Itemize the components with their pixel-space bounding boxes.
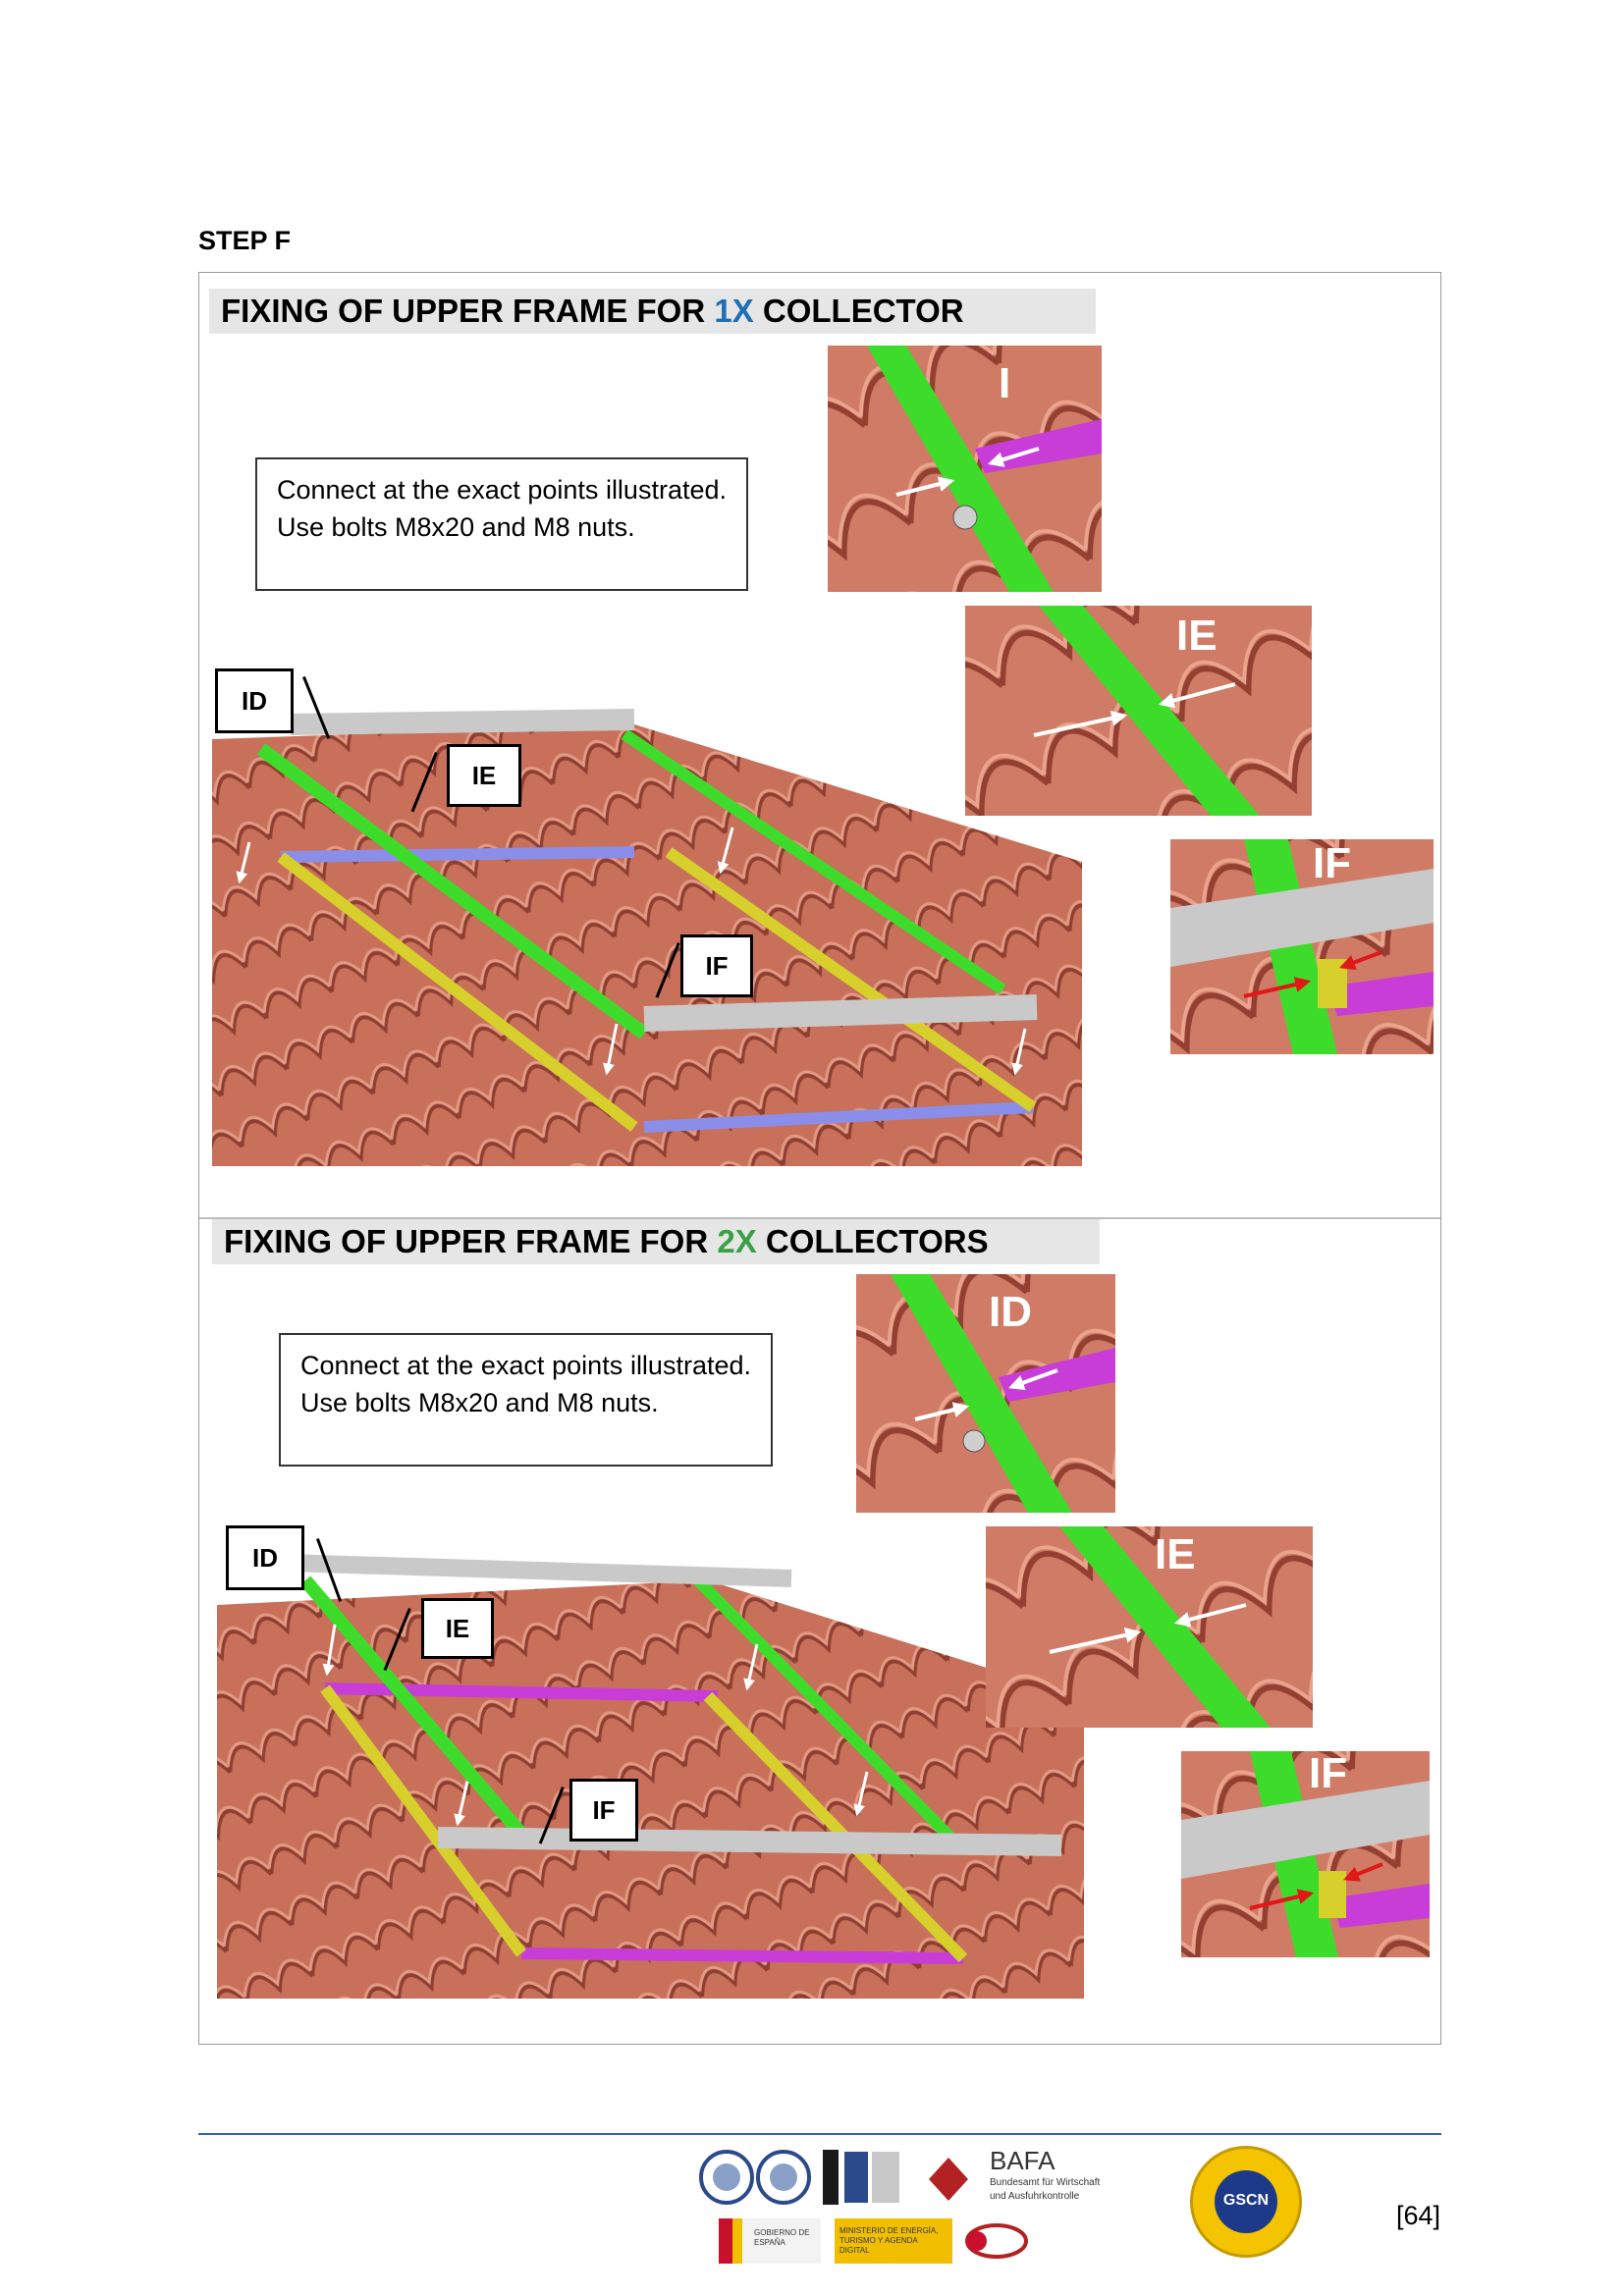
detail-photo-i: I xyxy=(828,346,1102,592)
ministry-text: MINISTERIO DE ENERGÍA, TURISMO Y AGENDA … xyxy=(839,2226,939,2255)
detail-photo-ie-2x: IE xyxy=(986,1526,1313,1728)
detail-photo-if-2x: IF xyxy=(1181,1751,1430,1957)
footer-rule xyxy=(198,2133,1441,2135)
section-2-title: FIXING OF UPPER FRAME FOR 2X COLLECTORS xyxy=(212,1219,1100,1264)
gscn-seal-label: GSCN xyxy=(1222,2192,1270,2209)
callout-if-2x: IF xyxy=(569,1779,638,1842)
detail-photo-ie-2x-label: IE xyxy=(1155,1530,1196,1578)
detail-photo-ie-1x-label: IE xyxy=(1176,612,1218,660)
callout-id-2x: ID xyxy=(226,1525,304,1590)
section-2-instruction: Connect at the exact points illustrated.… xyxy=(279,1333,773,1467)
roof-illustration-2x xyxy=(217,1551,1084,1999)
section-1-title: FIXING OF UPPER FRAME FOR 1X COLLECTOR xyxy=(209,289,1096,334)
callout-ie-2x: IE xyxy=(421,1598,494,1659)
collector-count-1x: 1X xyxy=(714,293,754,329)
detail-photo-if-2x-label: IF xyxy=(1309,1751,1348,1797)
callout-ie-1x: IE xyxy=(447,744,521,807)
certification-logos: BAFA Bundesamt für Wirtschaft und Ausfuh… xyxy=(697,2140,1306,2268)
detail-photo-i-label: I xyxy=(999,359,1011,407)
callout-id-1x: ID xyxy=(215,668,294,733)
gobierno-text: GOBIERNO DE ESPAÑA xyxy=(754,2228,810,2247)
bafa-subtitle-1: Bundesamt für Wirtschaft xyxy=(990,2177,1101,2188)
step-title: STEP F xyxy=(198,226,292,255)
gscn-seal: GSCN xyxy=(1190,2146,1302,2258)
page-number: [64] xyxy=(1396,2201,1441,2230)
detail-photo-id-2x: ID xyxy=(856,1274,1115,1513)
detail-photo-id-2x-label: ID xyxy=(989,1288,1032,1336)
roof-illustration-1x xyxy=(212,695,1082,1166)
bafa-name: BAFA xyxy=(990,2146,1056,2175)
section-1-instruction: Connect at the exact points illustrated.… xyxy=(255,457,748,591)
detail-photo-if-1x: IF xyxy=(1170,839,1434,1054)
bafa-subtitle-2: und Ausfuhrkontrolle xyxy=(990,2191,1080,2202)
collector-count-2x: 2X xyxy=(717,1223,757,1259)
detail-photo-ie-1x: IE xyxy=(965,606,1312,816)
callout-if-1x: IF xyxy=(680,934,753,997)
detail-photo-if-1x-label: IF xyxy=(1313,839,1352,887)
